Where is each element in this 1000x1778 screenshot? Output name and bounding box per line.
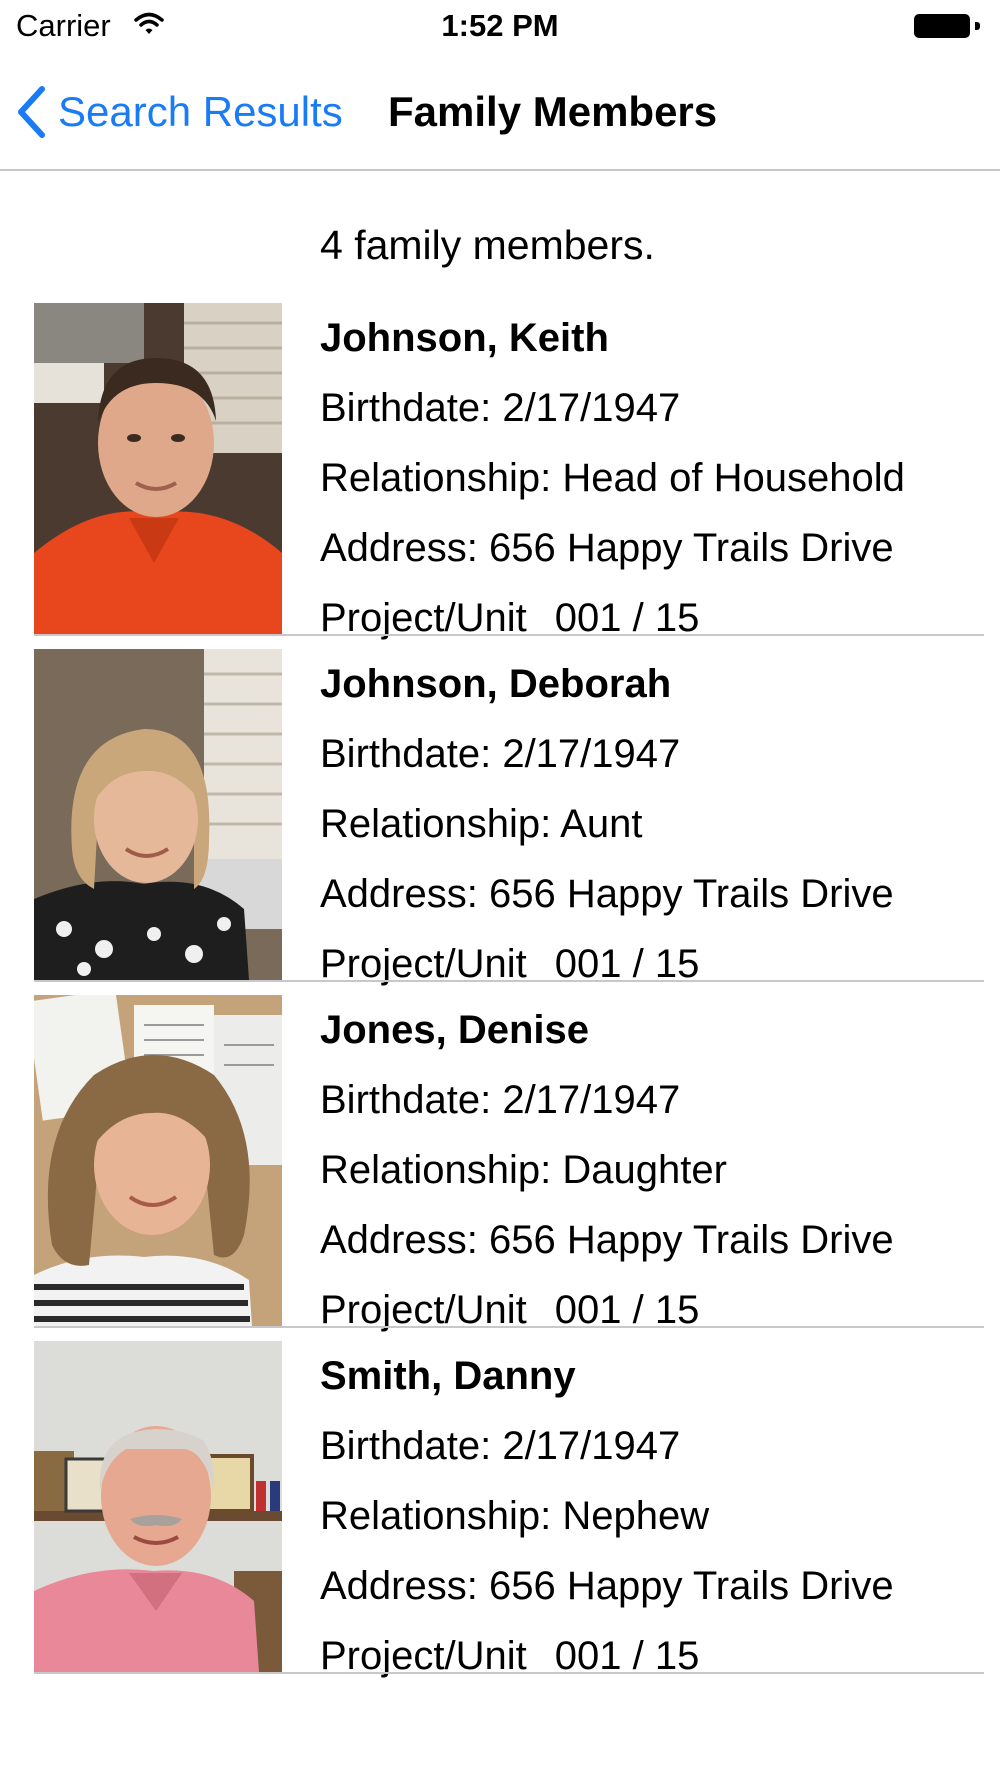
member-name: Johnson, Keith: [320, 316, 609, 360]
member-birthdate: Birthdate: 2/17/1947: [320, 386, 681, 430]
member-birthdate: Birthdate: 2/17/1947: [320, 1424, 681, 1468]
list-item[interactable]: Smith, Danny Birthdate: 2/17/1947 Relati…: [0, 1341, 1000, 1687]
page-title: Family Members: [388, 88, 718, 135]
member-name: Smith, Danny: [320, 1354, 576, 1398]
member-photo: [34, 995, 282, 1326]
member-name: Johnson, Deborah: [320, 662, 672, 706]
member-birthdate: Birthdate: 2/17/1947: [320, 1078, 681, 1122]
chevron-left-icon: [16, 86, 46, 138]
member-relationship: Relationship: Head of Household: [320, 456, 905, 500]
member-address: Address: 656 Happy Trails Drive: [320, 526, 894, 570]
member-relationship: Relationship: Nephew: [320, 1494, 710, 1538]
family-member-count: 4 family members.: [320, 222, 655, 268]
member-relationship: Relationship: Aunt: [320, 802, 643, 846]
row-separator: [34, 634, 984, 636]
member-relationship: Relationship: Daughter: [320, 1148, 727, 1192]
member-project-unit: Project/Unit 001 / 15: [320, 1275, 894, 1345]
row-separator: [34, 980, 984, 982]
list-item[interactable]: Jones, Denise Birthdate: 2/17/1947 Relat…: [0, 995, 1000, 1341]
back-button-label: Search Results: [58, 88, 343, 135]
navigation-bar: Search Results Family Members: [0, 56, 1000, 171]
member-birthdate: Birthdate: 2/17/1947: [320, 732, 681, 776]
member-project-unit: Project/Unit 001 / 15: [320, 929, 894, 999]
row-separator: [34, 1326, 984, 1328]
status-time: 1:52 PM: [441, 8, 559, 43]
member-project-unit: Project/Unit 001 / 15: [320, 583, 905, 653]
member-name: Jones, Denise: [320, 1008, 590, 1052]
row-separator: [34, 1672, 984, 1674]
member-photo: [34, 1341, 282, 1672]
status-bar: Carrier 1:52 PM: [0, 0, 1000, 56]
list-item[interactable]: Johnson, Deborah Birthdate: 2/17/1947 Re…: [0, 649, 1000, 995]
member-address: Address: 656 Happy Trails Drive: [320, 1564, 894, 1608]
back-button[interactable]: Search Results: [16, 86, 343, 138]
member-photo: [34, 303, 282, 634]
member-address: Address: 656 Happy Trails Drive: [320, 1218, 894, 1262]
battery-icon: [914, 14, 980, 38]
member-project-unit: Project/Unit 001 / 15: [320, 1621, 894, 1691]
member-address: Address: 656 Happy Trails Drive: [320, 872, 894, 916]
member-photo: [34, 649, 282, 980]
family-member-list: Johnson, Keith Birthdate: 2/17/1947 Rela…: [0, 303, 1000, 1687]
list-item[interactable]: Johnson, Keith Birthdate: 2/17/1947 Rela…: [0, 303, 1000, 649]
